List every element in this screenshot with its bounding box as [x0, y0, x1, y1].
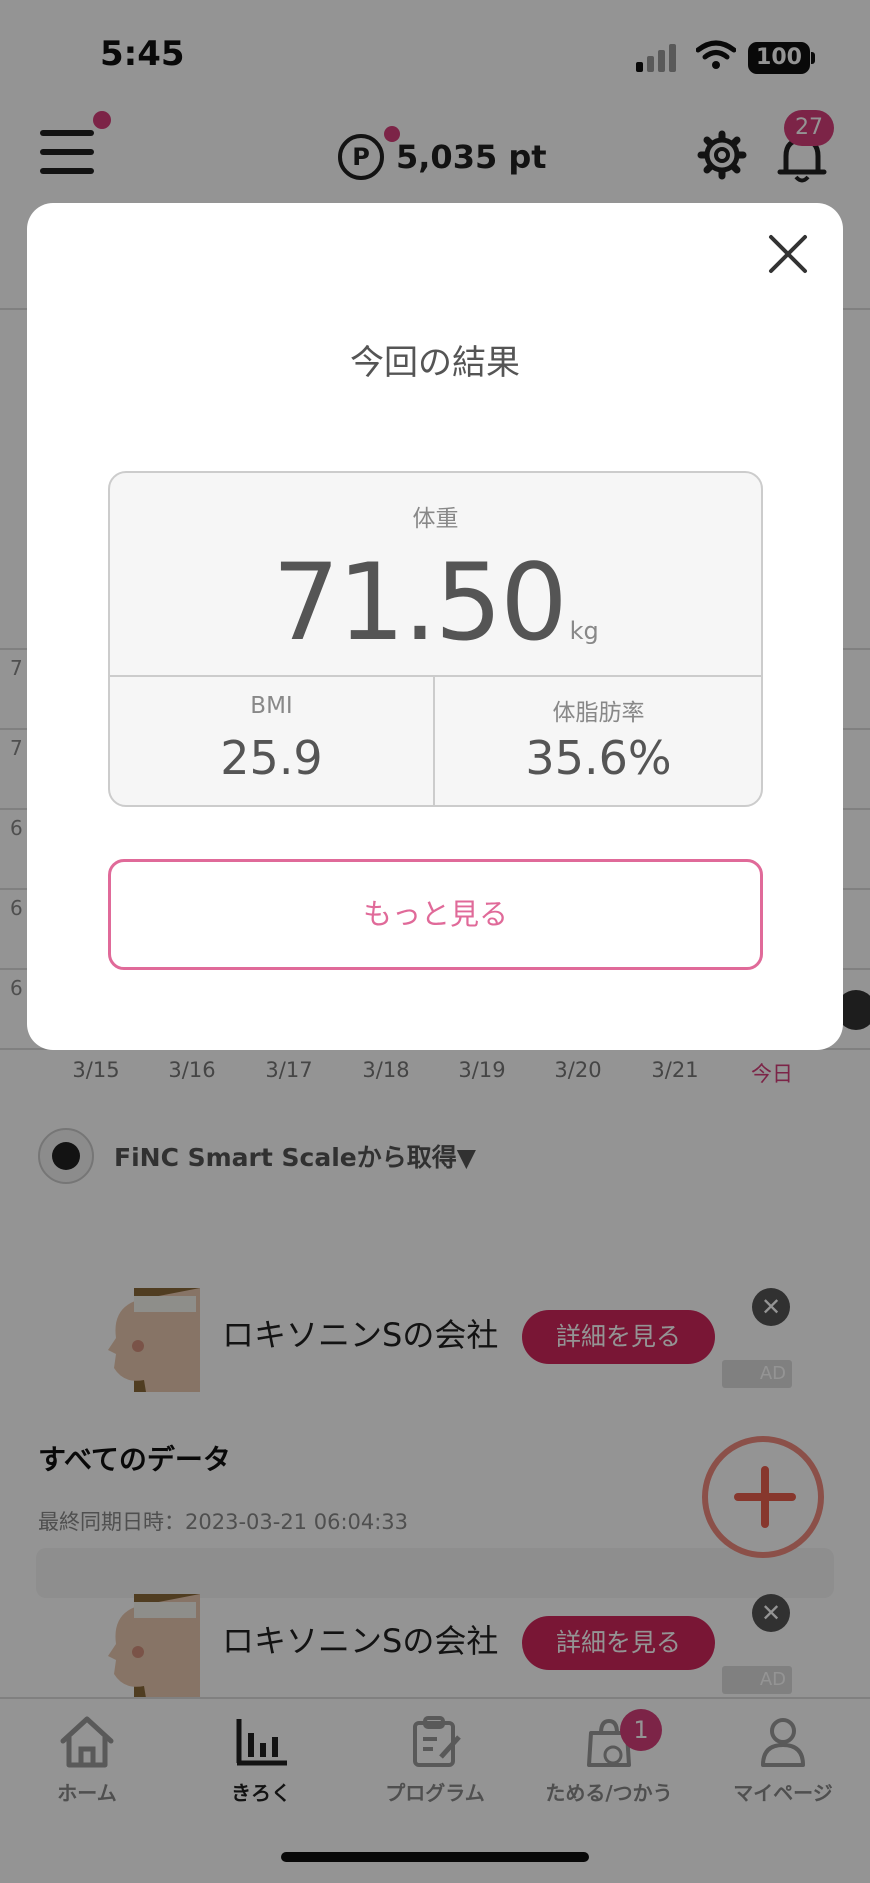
weight-section: 体重 71.50 kg: [110, 473, 761, 677]
weight-label: 体重: [412, 506, 459, 532]
bmi-label: BMI: [250, 693, 293, 719]
close-icon[interactable]: [763, 229, 813, 279]
body-fat-label: 体脂肪率: [552, 700, 645, 726]
result-box: 体重 71.50 kg BMI 25.9 体脂肪率 35.6%: [108, 471, 763, 807]
modal-title: 今回の結果: [350, 343, 520, 383]
bmi-value: 25.9: [220, 731, 323, 785]
weight-value: 71.50: [272, 541, 567, 664]
body-fat-section: 体脂肪率 35.6%: [436, 677, 761, 805]
bmi-section: BMI 25.9: [110, 677, 435, 805]
weight-row: 71.50 kg: [110, 541, 761, 664]
see-more-button[interactable]: もっと見る: [108, 859, 763, 970]
weight-unit: kg: [569, 617, 599, 645]
result-modal: 今回の結果 体重 71.50 kg BMI 25.9 体脂肪率 35.6% もっと…: [27, 203, 843, 1050]
body-fat-value: 35.6%: [525, 731, 672, 785]
